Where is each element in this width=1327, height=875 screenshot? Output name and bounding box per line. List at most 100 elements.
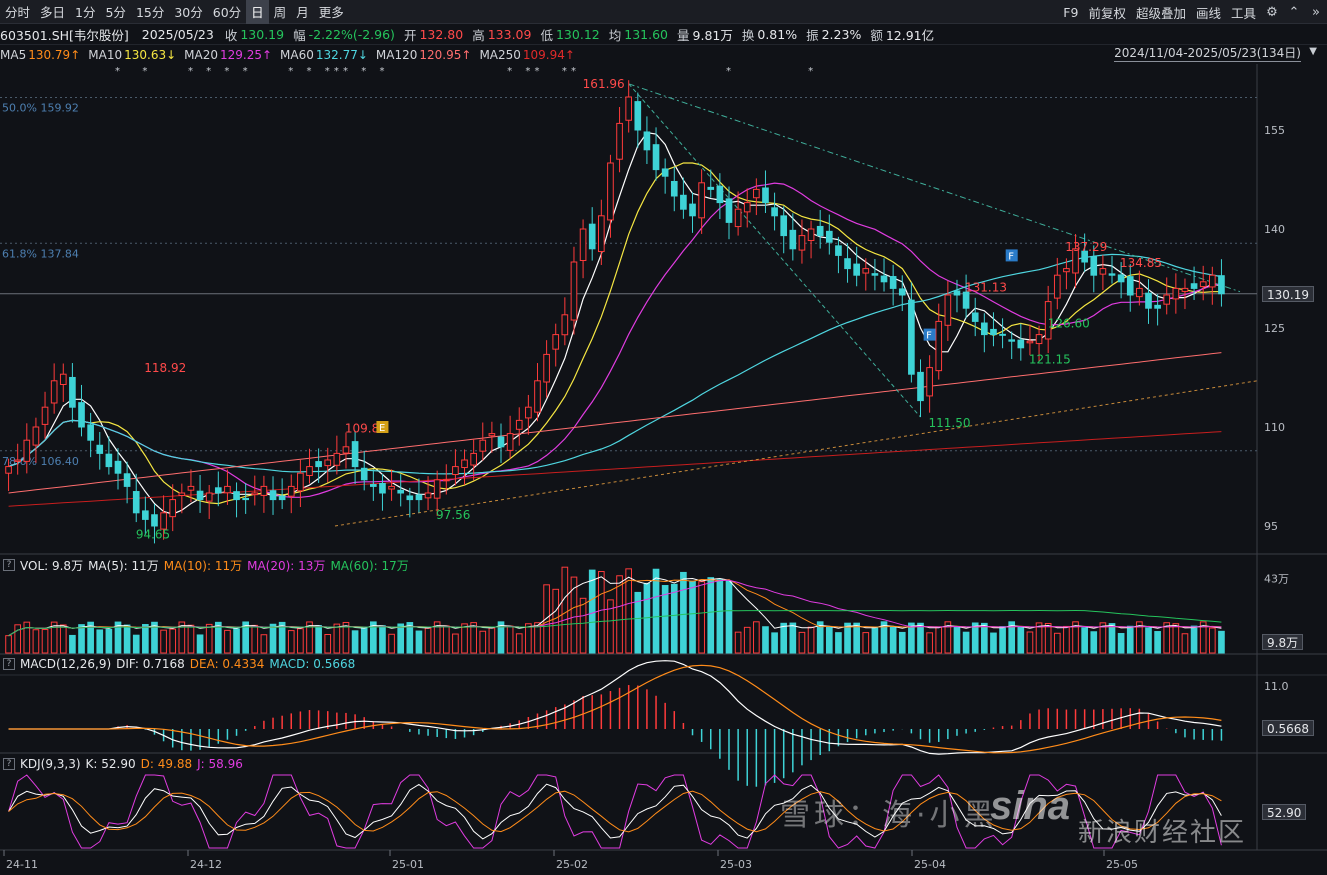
candle-body (324, 459, 332, 467)
candle-body (397, 489, 405, 494)
signal-star: * (343, 66, 348, 77)
candle-body (1053, 274, 1061, 299)
price-annotation: 111.50 (929, 416, 971, 430)
volume-bar (59, 624, 67, 654)
candle-body (1017, 339, 1025, 349)
candle-body (169, 499, 177, 518)
candle-body (844, 258, 851, 270)
signal-marker-label: F (926, 331, 932, 342)
volume-bar (862, 632, 870, 654)
signal-star: * (307, 66, 312, 77)
volume-bar (525, 623, 532, 654)
volume-bar (196, 634, 204, 654)
candle-body (762, 187, 769, 204)
candle-body (470, 452, 477, 466)
volume-bar (233, 628, 240, 654)
volume-bar (789, 622, 797, 654)
candle-body (871, 273, 879, 276)
help-icon[interactable]: ? (3, 658, 15, 670)
volume-bar (753, 621, 760, 654)
candle-body (287, 485, 295, 497)
vol-value: VOL: 9.8万 (20, 558, 84, 573)
volume-bar (1172, 623, 1180, 654)
volume-bar (762, 626, 769, 654)
candle-body (780, 215, 788, 237)
volume-bar (743, 626, 751, 654)
volume-bar (953, 626, 961, 654)
volume-bar (397, 623, 405, 654)
volume-bar (205, 623, 213, 654)
macd-title: MACD(12,26,9) (20, 657, 112, 671)
signal-star: * (571, 66, 576, 77)
volume-bar (552, 588, 560, 654)
candle-body (278, 495, 286, 501)
candle-body (625, 96, 633, 121)
y-tick-label: 155 (1264, 124, 1285, 137)
volume-bar (78, 624, 85, 654)
volume-bar (561, 566, 569, 654)
candle-body (269, 490, 277, 501)
candle-body (297, 472, 304, 492)
candle-body (734, 208, 742, 228)
kdj-tag: 52.90 (1262, 804, 1307, 820)
volume-bar (734, 631, 742, 654)
candle-body (224, 485, 231, 494)
candle-body (41, 406, 49, 425)
volume-bar (488, 627, 496, 654)
candle-body (798, 235, 806, 251)
candle-body (561, 314, 569, 336)
volume-bar (1218, 630, 1225, 654)
candle-body (1063, 268, 1070, 273)
volume-bar (360, 628, 368, 654)
volume-bar (132, 634, 140, 654)
help-icon[interactable]: ? (3, 758, 15, 770)
signal-star: * (325, 66, 330, 77)
candle-body (716, 185, 724, 204)
candle-body (151, 514, 158, 527)
candle-body (123, 473, 131, 487)
candle-body (689, 203, 696, 217)
volume-bar (917, 622, 924, 654)
candle-body (1026, 340, 1034, 344)
candle-body (1117, 274, 1125, 283)
candle-body (452, 466, 459, 476)
volume-bar (105, 628, 113, 654)
volume-bar (689, 580, 696, 654)
candle-body (1181, 287, 1189, 292)
candle-body (1126, 276, 1134, 296)
volume-bar (853, 622, 860, 654)
help-icon[interactable]: ? (3, 559, 15, 571)
volume-bar (1090, 631, 1098, 654)
candle-body (1172, 287, 1180, 300)
vol-ma20: MA(20): 13万 (247, 558, 326, 573)
candle-body (789, 229, 797, 250)
volume-bar (260, 634, 268, 654)
candle-body (862, 268, 870, 274)
volume-bar (415, 630, 423, 654)
signal-star: * (507, 66, 512, 77)
candle-body (87, 424, 94, 441)
candle-body (32, 426, 40, 446)
volume-bar (1017, 626, 1025, 654)
candle-body (205, 492, 213, 502)
candle-body (1090, 256, 1098, 276)
volume-bar (999, 626, 1006, 654)
signal-marker-label: E (379, 423, 385, 434)
kline-chart[interactable]: 95 110 125 140 155 50.0% 159.92 61.8% 137.84 78… (0, 0, 1327, 875)
candle-body (461, 459, 468, 469)
signal-star: * (288, 66, 293, 77)
candle-body (661, 168, 669, 177)
volume-bar (990, 632, 997, 654)
volume-bar (461, 623, 468, 654)
volume-bar (588, 569, 596, 654)
candle-body (333, 452, 341, 466)
candle-body (1136, 287, 1143, 298)
volume-bar (187, 624, 195, 654)
volume-bar (1026, 631, 1034, 654)
candle-body (1163, 294, 1171, 305)
candle-body (506, 433, 514, 451)
candle-body (743, 202, 751, 213)
macd-dif: DIF: 0.7168 (116, 657, 185, 671)
candle-body (616, 122, 623, 160)
candle-body (360, 467, 368, 481)
